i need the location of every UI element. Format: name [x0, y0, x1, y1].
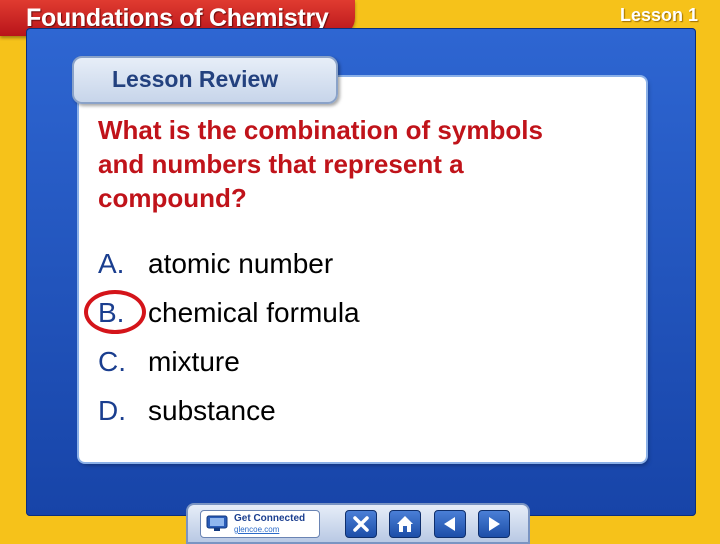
answer-text: mixture — [148, 346, 240, 377]
answer-option-c[interactable]: C. mixture — [98, 342, 558, 391]
home-button[interactable] — [389, 510, 421, 538]
answer-option-b[interactable]: B. chemical formula — [84, 290, 558, 342]
get-connected-button[interactable]: Get Connected glencoe.com — [200, 510, 320, 538]
lesson-label: Lesson 1 — [619, 5, 698, 25]
answer-text: atomic number — [148, 248, 334, 279]
get-connected-link[interactable]: glencoe.com — [234, 525, 279, 534]
next-button[interactable] — [478, 510, 510, 538]
get-connected-label: Get Connected — [234, 513, 306, 524]
navigation-bar: Get Connected glencoe.com — [186, 503, 530, 544]
answer-letter: D. — [98, 395, 126, 426]
close-icon — [353, 516, 369, 532]
answer-letter: A. — [98, 248, 125, 279]
answer-letter: C. — [98, 346, 126, 377]
lesson-review-tab: Lesson Review — [72, 56, 338, 104]
answer-list: A. atomic number B. chemical formula C. … — [84, 244, 558, 440]
lesson-review-label: Lesson Review — [112, 66, 279, 92]
answer-text: substance — [148, 395, 276, 426]
close-button[interactable] — [345, 510, 377, 538]
answer-option-d[interactable]: D. substance — [98, 391, 558, 440]
previous-icon — [444, 517, 455, 531]
answer-option-a[interactable]: A. atomic number — [98, 244, 558, 293]
previous-button[interactable] — [434, 510, 466, 538]
next-icon — [489, 517, 500, 531]
answer-text: chemical formula — [148, 297, 360, 328]
monitor-icon — [206, 515, 228, 531]
answer-letter: B. — [98, 297, 125, 328]
question-text: What is the combination of symbols and n… — [98, 115, 543, 213]
home-icon — [397, 516, 413, 532]
